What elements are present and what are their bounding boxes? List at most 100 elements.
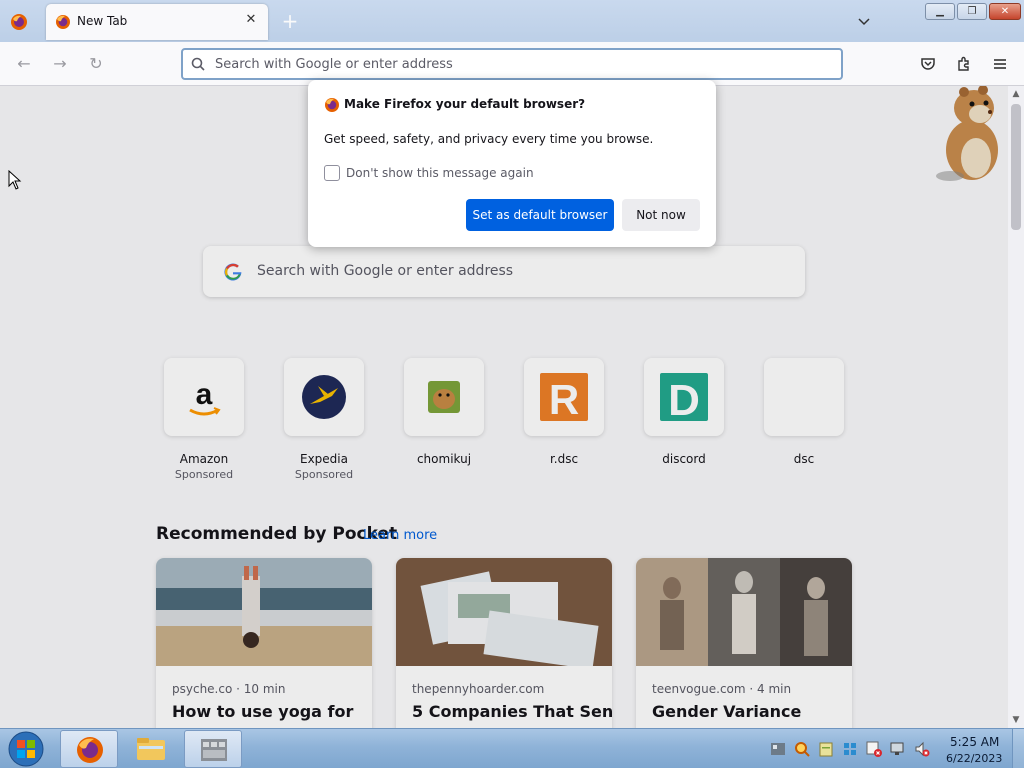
search-icon xyxy=(191,57,205,71)
taskbar-app[interactable] xyxy=(184,730,242,768)
expedia-logo-icon xyxy=(302,375,346,419)
amazon-logo-icon: a xyxy=(189,378,221,416)
dialog-message: Get speed, safety, and privacy every tim… xyxy=(324,132,654,146)
firefox-icon xyxy=(325,98,339,112)
taskbar-explorer[interactable] xyxy=(122,730,180,768)
back-arrow-icon[interactable]: ← xyxy=(13,54,35,74)
tab-title: New Tab xyxy=(77,14,128,28)
pocket-card[interactable]: psyche.co · 10 min How to use yoga for xyxy=(156,558,372,728)
firefox-icon xyxy=(77,737,103,763)
vintage-portraits-image xyxy=(636,558,852,666)
shortcut-tile xyxy=(284,358,364,436)
shortcut-title: dsc xyxy=(793,452,815,466)
not-now-button[interactable]: Not now xyxy=(622,199,700,231)
learn-more-link[interactable]: Learn more xyxy=(363,528,437,543)
folder-icon xyxy=(137,738,165,760)
shortcut-tile xyxy=(404,358,484,436)
shortcut-title: Amazon xyxy=(179,452,229,466)
yoga-beach-image xyxy=(156,558,372,666)
taskbar: 5:25 AM 6/22/2023 xyxy=(0,728,1024,768)
card-source: thepennyhoarder.com xyxy=(412,682,545,696)
close-tab-icon[interactable]: ✕ xyxy=(242,11,260,29)
svg-text:a: a xyxy=(196,378,213,411)
pocket-icon[interactable] xyxy=(918,54,938,74)
shortcut-title: chomikuj xyxy=(416,452,472,466)
google-icon xyxy=(224,263,242,281)
network-disconnected-icon[interactable] xyxy=(890,741,906,757)
svg-text:R: R xyxy=(549,376,579,423)
envelopes-image xyxy=(396,558,612,666)
svg-text:D: D xyxy=(668,376,700,425)
clock-time[interactable]: 5:25 AM xyxy=(950,735,999,749)
network-tray-icon[interactable] xyxy=(770,741,786,757)
shortcut-tile: R xyxy=(524,358,604,436)
card-title: How to use yoga for xyxy=(172,702,354,721)
extensions-puzzle-icon[interactable] xyxy=(954,54,974,74)
action-center-warning-icon[interactable] xyxy=(866,741,882,757)
taskbar-firefox[interactable] xyxy=(60,730,118,768)
volume-muted-icon[interactable] xyxy=(914,741,930,757)
windows-flag-tray-icon[interactable] xyxy=(842,741,858,757)
shortcut-title: Expedia xyxy=(300,452,348,466)
google-search-box[interactable]: Search with Google or enter address xyxy=(203,246,805,297)
chomikuj-logo-icon xyxy=(428,381,460,413)
firefox-icon[interactable] xyxy=(10,13,28,31)
magnifier-tray-icon[interactable] xyxy=(794,741,810,757)
search-placeholder: Search with Google or enter address xyxy=(257,263,514,279)
sponsored-label: Sponsored xyxy=(294,468,354,481)
mouse-cursor-icon xyxy=(8,170,22,190)
shortcut-expedia[interactable]: Expedia Sponsored xyxy=(276,358,372,481)
start-orb-icon[interactable] xyxy=(4,730,46,768)
scroll-down-arrow-icon[interactable]: ▼ xyxy=(1008,712,1024,728)
shortcut-dsc[interactable]: dsc xyxy=(756,358,852,466)
address-bar[interactable] xyxy=(181,48,843,80)
dialog-title: Make Firefox your default browser? xyxy=(344,97,586,111)
new-tab-plus-icon[interactable]: + xyxy=(280,11,300,31)
vertical-scrollbar[interactable]: ▲ ▼ xyxy=(1008,86,1024,728)
show-desktop-button[interactable] xyxy=(1012,729,1024,768)
set-default-browser-button[interactable]: Set as default browser xyxy=(466,199,614,231)
top-sites: a Amazon Sponsored Expedia Sponsored cho… xyxy=(156,358,856,481)
r-dsc-logo-icon: R xyxy=(540,373,588,423)
shortcut-chomikuj[interactable]: chomikuj xyxy=(396,358,492,466)
clipboard-tray-icon[interactable] xyxy=(818,741,834,757)
firefox-icon xyxy=(56,15,70,29)
shortcut-tile: a xyxy=(164,358,244,436)
dont-show-again-label[interactable]: Don't show this message again xyxy=(346,166,534,180)
discord-logo-icon: D xyxy=(660,373,708,425)
pocket-heading: Recommended by Pocket xyxy=(156,524,398,544)
shortcut-tile xyxy=(764,358,844,436)
chevron-down-icon[interactable] xyxy=(854,12,874,32)
card-source: psyche.co · 10 min xyxy=(172,682,286,696)
address-input[interactable] xyxy=(215,54,815,74)
pocket-card[interactable]: thepennyhoarder.com 5 Companies That Sen… xyxy=(396,558,612,728)
dont-show-again-checkbox[interactable] xyxy=(324,165,340,181)
minimize-button[interactable]: ▁ xyxy=(925,3,955,20)
restore-button[interactable]: ❐ xyxy=(957,3,987,20)
shortcut-amazon[interactable]: a Amazon Sponsored xyxy=(156,358,252,481)
hamster-mascot-icon xyxy=(936,86,998,181)
shortcut-title: r.dsc xyxy=(549,452,579,466)
card-title: Gender Variance xyxy=(652,702,802,721)
scroll-up-arrow-icon[interactable]: ▲ xyxy=(1008,86,1024,102)
pocket-card[interactable]: teenvogue.com · 4 min Gender Variance xyxy=(636,558,852,728)
window-controls: ▁ ❐ ✕ xyxy=(925,3,1021,21)
shortcut-tile: D xyxy=(644,358,724,436)
hamburger-menu-icon[interactable] xyxy=(990,54,1010,74)
shortcut-title: discord xyxy=(662,452,706,466)
clock-date[interactable]: 6/22/2023 xyxy=(946,752,1002,765)
card-source: teenvogue.com · 4 min xyxy=(652,682,792,696)
forward-arrow-icon[interactable]: → xyxy=(49,54,71,74)
scrollbar-thumb[interactable] xyxy=(1011,104,1021,230)
shortcut-r-dsc[interactable]: R r.dsc xyxy=(516,358,612,466)
list-all-tabs-icon xyxy=(858,18,870,26)
sponsored-label: Sponsored xyxy=(174,468,234,481)
tab-new-tab[interactable]: New Tab ✕ xyxy=(46,4,268,40)
default-browser-dialog: Make Firefox your default browser? Get s… xyxy=(308,80,716,247)
reload-icon[interactable]: ↻ xyxy=(85,54,107,74)
shortcut-discord[interactable]: D discord xyxy=(636,358,732,466)
card-title: 5 Companies That Send xyxy=(412,702,612,721)
close-window-button[interactable]: ✕ xyxy=(989,3,1021,20)
title-bar: New Tab ✕ + ▁ ❐ ✕ xyxy=(0,0,1024,42)
window-grid-icon xyxy=(201,739,227,761)
